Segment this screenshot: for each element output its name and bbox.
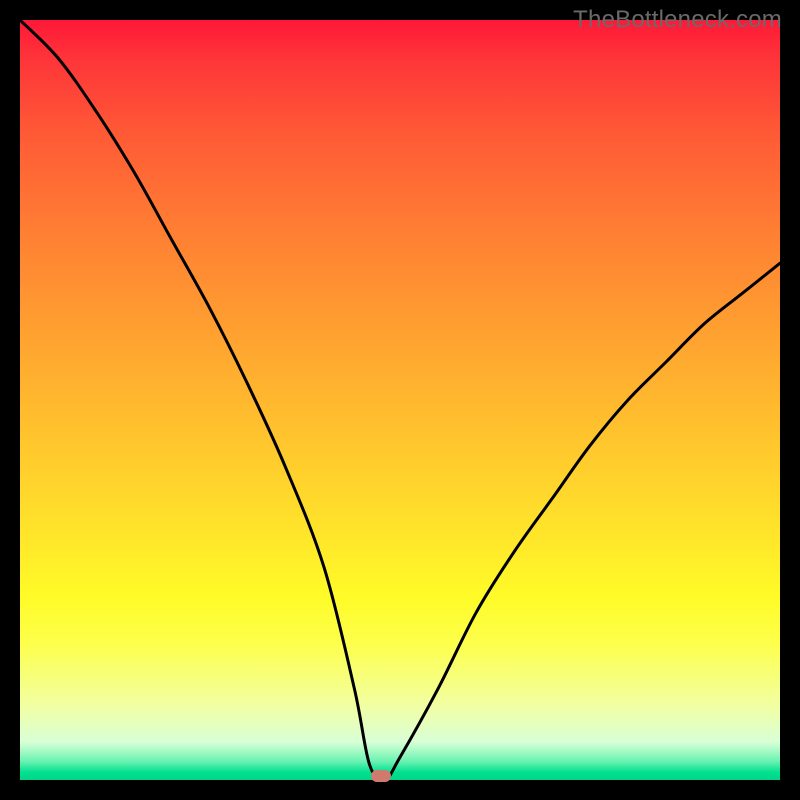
- watermark-text: TheBottleneck.com: [573, 6, 782, 34]
- chart-frame: TheBottleneck.com: [0, 0, 800, 800]
- curve-path: [20, 20, 780, 780]
- optimal-marker: [371, 770, 391, 782]
- bottleneck-curve: [20, 20, 780, 780]
- plot-area: [20, 20, 780, 780]
